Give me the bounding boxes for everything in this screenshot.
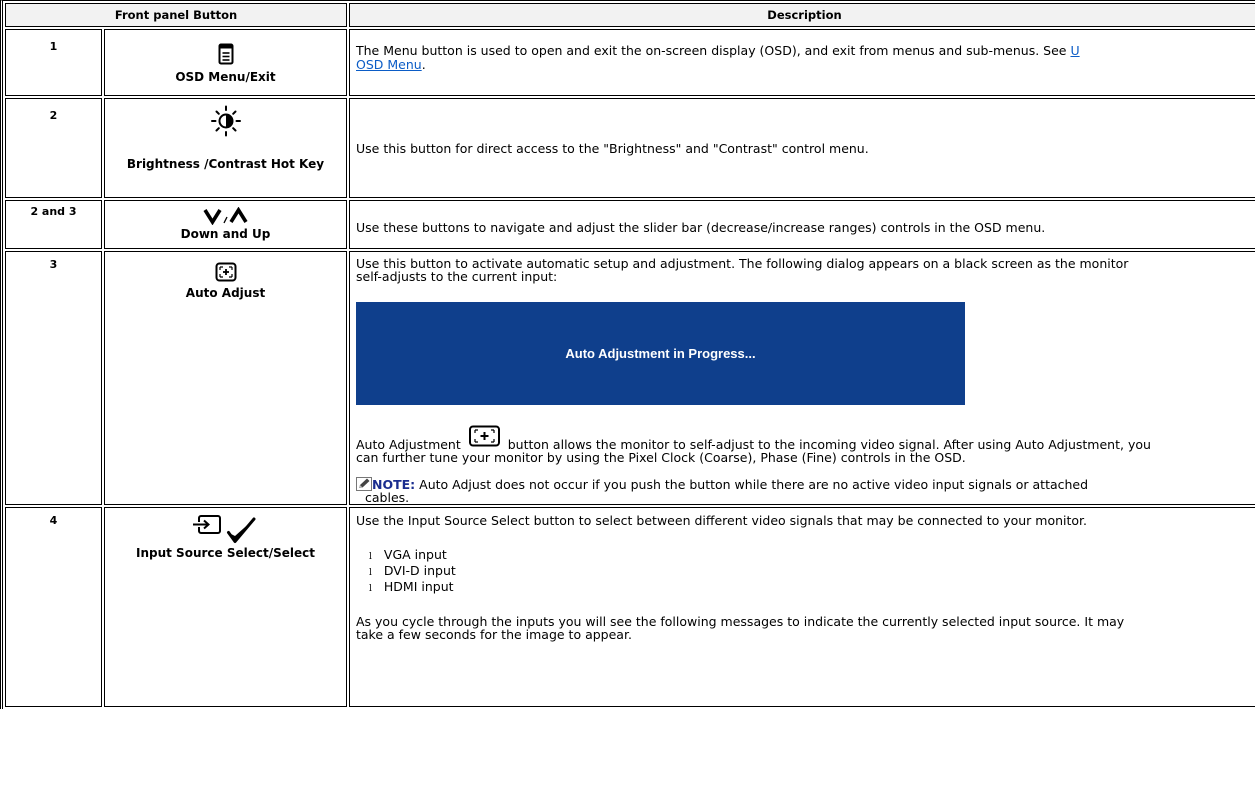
input-list: l VGA input l DVI-D input l HDMI input: [369, 548, 1255, 596]
button-cell: Brightness /Contrast Hot Key: [104, 98, 347, 198]
table-row: 1 OSD Menu/Exit The Menu button is used …: [5, 29, 1255, 96]
table-row: 2 Brightness /Contrast Hot Key Use this …: [5, 98, 1255, 198]
row-number: 4: [5, 507, 102, 707]
list-item: l DVI-D input: [369, 564, 1255, 580]
list-item-label: DVI-D input: [383, 563, 456, 578]
row-number: 3: [5, 251, 102, 505]
button-label: Auto Adjust: [185, 286, 266, 300]
auto-adjust-banner: Auto Adjustment in Progress...: [356, 302, 965, 405]
description-cell: Use this button to activate automatic se…: [349, 251, 1255, 505]
description-cell: Use this button for direct access to the…: [349, 98, 1255, 198]
using-osd-menu-link[interactable]: OSD Menu: [356, 57, 422, 72]
description-text: Use the Input Source Select button to se…: [356, 513, 1088, 528]
button-label: Input Source Select/Select: [136, 546, 315, 560]
description-cell: Use these buttons to navigate and adjust…: [349, 200, 1255, 249]
input-source-select-icon: [191, 515, 255, 543]
button-label: Down and Up: [180, 227, 271, 241]
table-row: 4 Input Source Select/Select Use the Inp…: [5, 507, 1255, 707]
button-cell: Input Source Select/Select: [104, 507, 347, 707]
note-line2: cables.: [365, 490, 410, 505]
description-cell: Use the Input Source Select button to se…: [349, 507, 1255, 707]
link-period: .: [421, 57, 426, 72]
bullet: l: [369, 568, 372, 578]
bullet: l: [369, 584, 372, 594]
header-description: Description: [349, 3, 1255, 27]
description-cell: The Menu button is used to open and exit…: [349, 29, 1255, 96]
description-text: Use this button for direct access to the…: [356, 140, 869, 156]
button-label: OSD Menu/Exit: [175, 70, 276, 84]
banner-text: Auto Adjustment in Progress...: [565, 346, 756, 361]
list-item-label: VGA input: [383, 547, 447, 562]
list-item: l VGA input: [369, 548, 1255, 564]
header-front-panel-button: Front panel Button: [5, 3, 347, 27]
description-text-2: self-adjusts to the current input:: [356, 269, 558, 284]
button-label: Brightness /Contrast Hot Key: [126, 157, 325, 171]
note-pencil-icon: [356, 477, 372, 491]
brightness-contrast-icon: [210, 105, 241, 137]
row-number: 2 and 3: [5, 200, 102, 249]
description-text: Use these buttons to navigate and adjust…: [356, 220, 1046, 235]
table-row: 3 Auto Adjust Use this button to activat…: [5, 251, 1255, 505]
down-up-arrows-icon: [202, 207, 248, 225]
list-item-label: HDMI input: [383, 579, 454, 594]
list-item: l HDMI input: [369, 580, 1255, 596]
row-number: 2: [5, 98, 102, 198]
using-osd-menu-link-start[interactable]: U: [1070, 43, 1079, 58]
bullet: l: [369, 552, 372, 562]
auto-adjust-inline-icon: [468, 425, 500, 447]
button-cell: Auto Adjust: [104, 251, 347, 505]
description-text: The Menu button is used to open and exit…: [356, 43, 1067, 58]
table-row: 2 and 3 Down and Up Use these buttons to…: [5, 200, 1255, 249]
auto-adjust-icon: [215, 262, 236, 282]
cycle-text-2: take a few seconds for the image to appe…: [356, 627, 632, 642]
note-text: Auto Adjust does not occur if you push t…: [419, 477, 1089, 492]
table-header-row: Front panel Button Description: [5, 3, 1255, 27]
row-number: 1: [5, 29, 102, 96]
osd-menu-icon: [218, 43, 233, 65]
button-cell: OSD Menu/Exit: [104, 29, 347, 96]
button-cell: Down and Up: [104, 200, 347, 249]
auto-para-line2: can further tune your monitor by using t…: [356, 450, 966, 465]
front-panel-table: Front panel Button Description 1 OSD Men…: [0, 0, 1255, 709]
